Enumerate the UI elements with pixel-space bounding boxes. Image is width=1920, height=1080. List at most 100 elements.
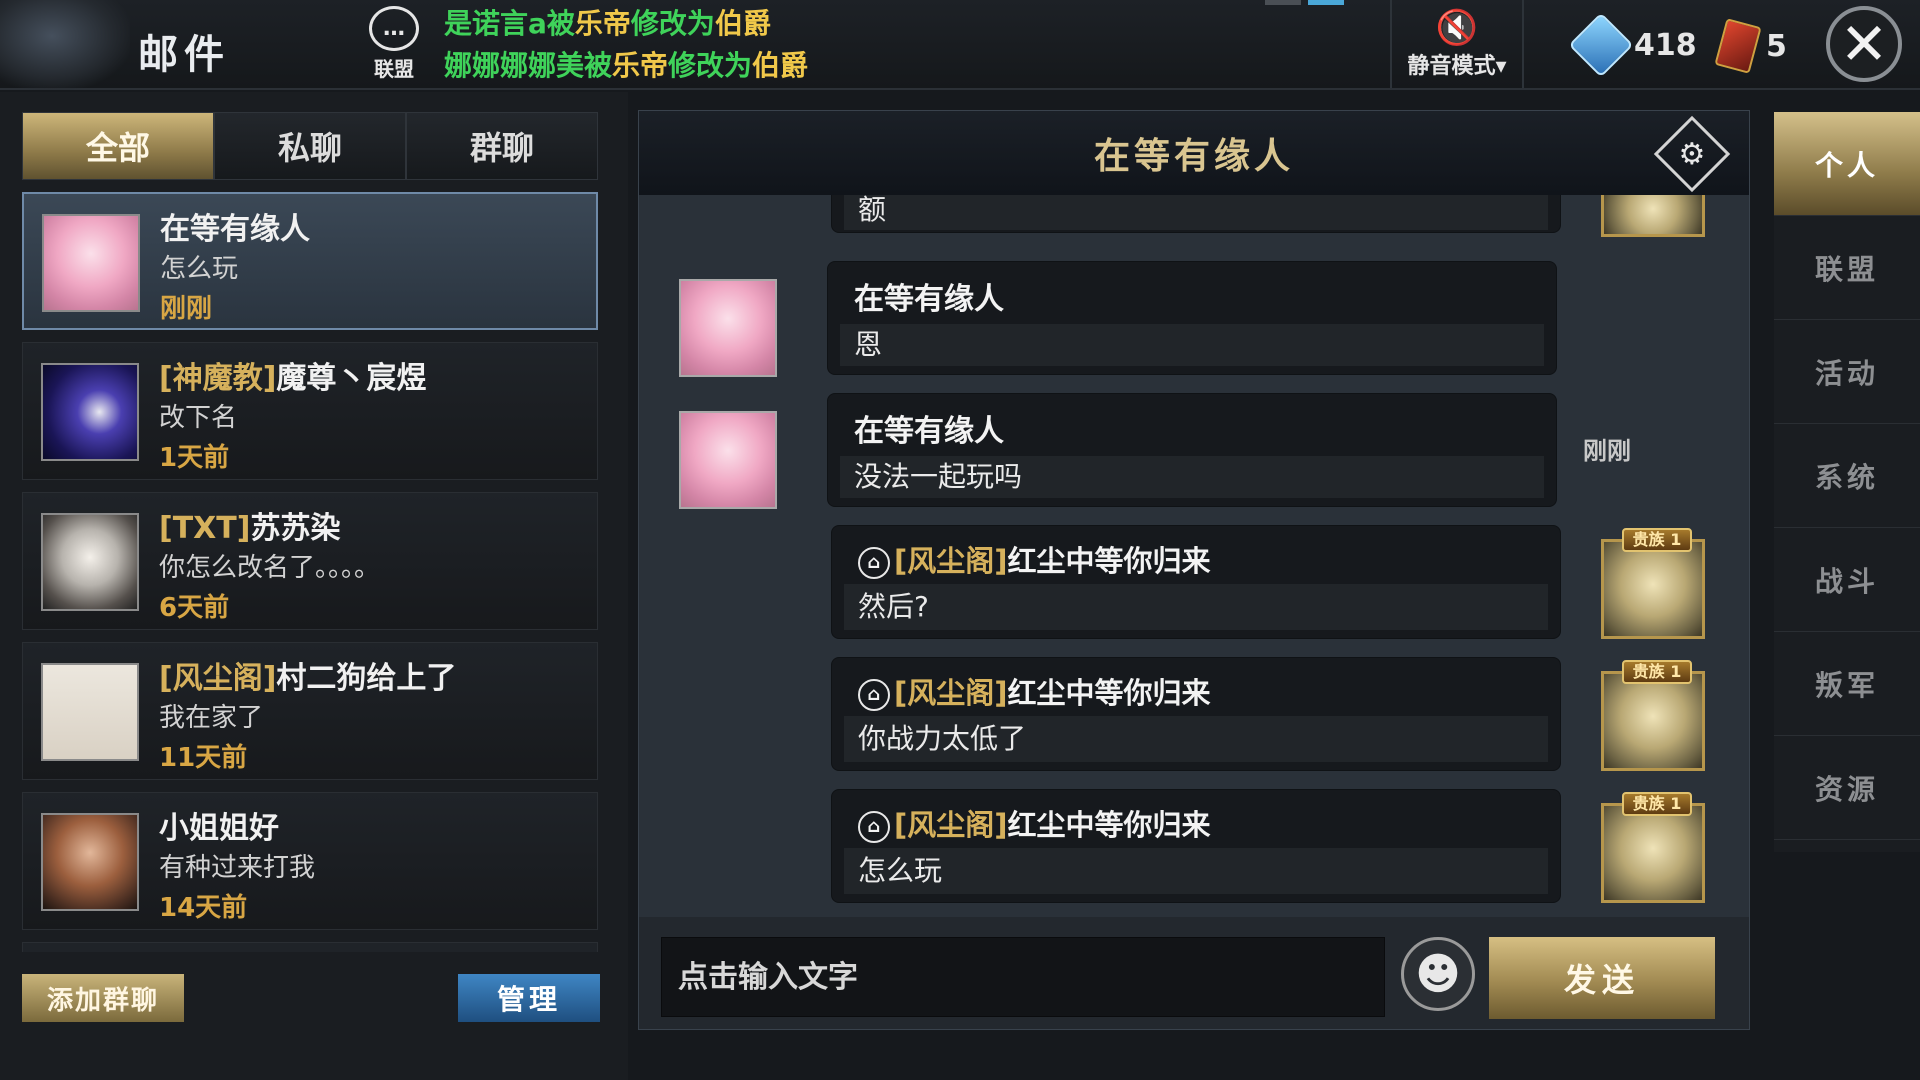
chat-panel: 在等有缘人 ⚙ 额 在等有缘人 恩 刚刚 在等有缘人 没法一起玩吗 ⌂ [风尘阁]… [638,110,1750,1030]
conversation-preview: 我在家了 [159,703,264,733]
crystal-resource[interactable]: 418 [1568,12,1697,78]
old-man-avatar [41,513,139,611]
close-button[interactable]: ✕ [1826,6,1902,82]
message-bubble-partial: 额 [831,195,1561,233]
chat-settings-button[interactable]: ⚙ [1653,115,1731,193]
conversation-list[interactable]: 在等有缘人 怎么玩 刚刚 [神魔教]魔尊丶宸煜 改下名 1天前 [TXT]苏苏染… [22,192,598,952]
sender-name: ⌂ [风尘阁]红尘中等你归来 [858,802,1211,844]
guild-emblem-icon: ⌂ [858,547,890,579]
player-name: 在等有缘人 [160,212,310,247]
golden-helmet-avatar[interactable] [1601,195,1705,237]
nav-rebels[interactable]: 叛军 [1774,632,1920,736]
conversation-panel: 全部 私聊 群聊 在等有缘人 怎么玩 刚刚 [神魔教]魔尊丶宸煜 改下名 1天前… [0,92,628,1080]
nav-system[interactable]: 系统 [1774,424,1920,528]
conversation-item[interactable]: 小姐姐好 有种过来打我 14天前 [22,792,598,930]
nav-events[interactable]: 活动 [1774,320,1920,424]
player-name: 苏苏染 [250,511,341,546]
chat-input[interactable]: 点击输入文字 [661,937,1385,1017]
conversation-item[interactable]: [神魔教]魔尊丶宸煜 改下名 1天前 [22,342,598,480]
send-button[interactable]: 发送 [1489,937,1715,1019]
notice-highlight: 乐帝 [612,49,669,82]
chat-header: 在等有缘人 ⚙ [639,111,1749,195]
conversation-time: 14天前 [159,893,248,923]
guild-tag: [风尘阁] [894,676,1008,710]
notice-highlight: 伯爵 [714,7,771,40]
player-name: 魔尊丶宸煜 [276,361,427,396]
guild-emblem-icon: ⌂ [858,811,890,843]
conversation-name: 在等有缘人 [160,204,310,248]
anime-girl-avatar[interactable] [679,411,777,509]
tab-group[interactable]: 群聊 [406,112,598,180]
notice-text: 是诺言a被 [444,7,575,40]
conversation-preview: 改下名 [159,403,238,433]
conversation-preview: 你怎么改名了。。。。 [159,553,381,583]
nav-battle[interactable]: 战斗 [1774,528,1920,632]
noble-badge: 贵族 1 [1622,660,1692,684]
notice-text: 修改为 [630,7,715,40]
card-icon [1714,18,1762,74]
conversation-item-partial[interactable] [22,942,598,952]
player-name: 红尘中等你归来 [1007,808,1211,842]
conversation-item[interactable]: 在等有缘人 怎么玩 刚刚 [22,192,598,330]
nav-personal[interactable]: 个人 [1774,112,1920,216]
conversation-item[interactable]: [TXT]苏苏染 你怎么改名了。。。。 6天前 [22,492,598,630]
guild-tag: [风尘阁] [894,808,1008,842]
message-bubble: 在等有缘人 恩 [827,261,1557,375]
guild-emblem-icon: ⌂ [858,679,890,711]
guild-tag: [风尘阁] [159,661,277,696]
player-name: 红尘中等你归来 [1007,676,1211,710]
message-bubble: 在等有缘人 没法一起玩吗 [827,393,1557,507]
alliance-label: 联盟 [374,57,414,81]
notice-text: 修改为 [668,49,753,82]
message-list[interactable]: 额 在等有缘人 恩 刚刚 在等有缘人 没法一起玩吗 ⌂ [风尘阁]红尘中等你归来 … [639,195,1749,917]
mute-mode-label: 静音模式▾ [1407,54,1507,79]
message-text: 没法一起玩吗 [840,456,1544,498]
knight-emblem-icon [0,0,130,90]
alliance-chat-button[interactable]: … 联盟 [362,6,426,82]
conversation-item[interactable]: [风尘阁]村二狗给上了 我在家了 11天前 [22,642,598,780]
sender-name: ⌂ [风尘阁]红尘中等你归来 [858,670,1211,712]
mute-mode-toggle[interactable]: 🔇 静音模式▾ [1390,0,1524,88]
add-group-chat-button[interactable]: 添加群聊 [22,974,184,1022]
anime-girl-avatar[interactable] [679,279,777,377]
conversation-time: 11天前 [159,743,248,773]
tab-private[interactable]: 私聊 [214,112,406,180]
conversation-name: [风尘阁]村二狗给上了 [159,653,456,697]
message-text: 怎么玩 [844,848,1548,894]
smiley-icon: ☻ [1415,948,1461,1000]
sketch-avatar [41,663,139,761]
crystal-count: 418 [1634,27,1697,63]
player-name: 小姐姐好 [159,811,279,846]
conversation-time: 1天前 [159,443,230,473]
tab-all[interactable]: 全部 [22,112,214,180]
golden-helmet-avatar[interactable]: 贵族 1 [1601,660,1705,771]
notice-text: 娜娜娜娜美被 [444,49,613,82]
nav-alliance[interactable]: 联盟 [1774,216,1920,320]
system-notice-2: 娜娜娜娜美被乐帝修改为伯爵 [444,44,808,84]
player-name: 村二狗给上了 [276,661,457,696]
conversation-name: [神魔教]魔尊丶宸煜 [159,353,426,397]
manage-button[interactable]: 管理 [458,974,600,1022]
guild-tag: [TXT] [159,511,251,546]
close-icon: ✕ [1839,10,1889,78]
message-text: 额 [844,195,1548,230]
nav-resources[interactable]: 资源 [1774,736,1920,840]
crystal-icon [1568,12,1634,78]
card-resource[interactable]: 5 [1714,18,1787,74]
system-notice-1: 是诺言a被乐帝修改为伯爵 [444,2,771,42]
conversation-preview: 有种过来打我 [159,853,316,883]
message-bubble: ⌂ [风尘阁]红尘中等你归来 怎么玩 [831,789,1561,903]
notice-highlight: 伯爵 [752,49,809,82]
conversation-preview: 怎么玩 [160,254,239,284]
message-text: 你战力太低了 [844,716,1548,762]
sender-name: ⌂ [风尘阁]红尘中等你归来 [858,538,1211,580]
warrior-woman-avatar [41,813,139,911]
guild-tag: [风尘阁] [894,544,1008,578]
emoji-button[interactable]: ☻ [1401,937,1475,1011]
player-name: 红尘中等你归来 [1007,544,1211,578]
golden-helmet-avatar[interactable]: 贵族 1 [1601,528,1705,639]
chat-title: 在等有缘人 [1093,136,1294,177]
top-bar: 邮件 … 联盟 是诺言a被乐帝修改为伯爵 娜娜娜娜美被乐帝修改为伯爵 🔇 静音模… [0,0,1920,90]
gear-icon: ⚙ [1678,136,1706,172]
golden-helmet-avatar[interactable]: 贵族 1 [1601,792,1705,903]
